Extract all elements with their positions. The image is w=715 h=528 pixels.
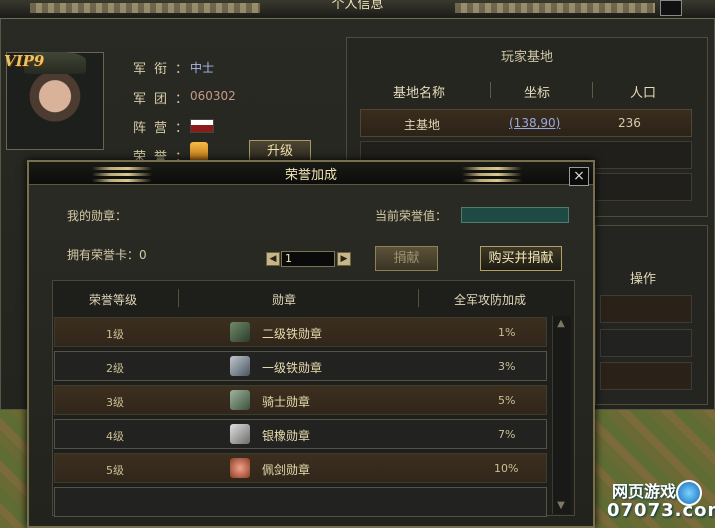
page-input[interactable]: 1 xyxy=(281,251,335,267)
base-coords-header: 坐标 xyxy=(524,86,551,101)
table-row-empty xyxy=(54,487,547,517)
row-bonus: 5% xyxy=(498,394,516,407)
watermark-url: 07073.com xyxy=(607,500,715,521)
iron-medal-1-icon xyxy=(230,356,250,376)
operation-row xyxy=(600,362,692,390)
row-bonus: 3% xyxy=(498,360,516,373)
table-scrollbar[interactable] xyxy=(552,316,571,514)
row-level: 5级 xyxy=(106,464,124,477)
header-separator xyxy=(592,82,593,98)
row-level: 1级 xyxy=(106,328,124,341)
next-page-icon[interactable]: ▶ xyxy=(337,252,351,266)
bonus-header: 全军攻防加成 xyxy=(454,293,527,307)
watermark-text: 网页游戏 xyxy=(612,482,677,501)
base-population-header: 人口 xyxy=(630,86,657,101)
legion-label: 军团： xyxy=(133,92,197,107)
operation-row xyxy=(600,295,692,323)
close-icon[interactable]: × xyxy=(569,167,589,186)
base-name-header: 基地名称 xyxy=(393,86,446,101)
buy-and-donate-button[interactable]: 购买并捐献 xyxy=(480,246,562,271)
row-level: 2级 xyxy=(106,362,124,375)
row-bonus: 10% xyxy=(494,462,519,475)
scroll-up-icon[interactable]: ▲ xyxy=(554,318,568,330)
faction-flag-icon xyxy=(190,119,214,133)
donate-button[interactable]: 捐献 xyxy=(375,246,438,271)
row-level: 4级 xyxy=(106,430,124,443)
scroll-down-icon[interactable]: ▼ xyxy=(554,500,568,512)
title-decoration-right xyxy=(455,3,655,13)
sword-medal-icon xyxy=(230,458,250,478)
medal-header: 勋章 xyxy=(272,293,297,307)
row-level: 3级 xyxy=(106,396,124,409)
honor-value-bar xyxy=(461,207,569,223)
operation-row xyxy=(600,329,692,357)
title-decoration-left xyxy=(30,3,260,13)
level-header: 荣誉等级 xyxy=(89,293,138,307)
honor-icon xyxy=(190,142,208,162)
header-separator xyxy=(490,82,491,98)
row-medal: 一级铁勋章 xyxy=(262,361,323,375)
base-coords-link[interactable]: (138,90) xyxy=(509,116,560,130)
watermark-logo-icon xyxy=(676,480,702,506)
player-base-title: 玩家基地 xyxy=(500,50,553,65)
base-population: 236 xyxy=(618,116,641,130)
faction-label: 阵营： xyxy=(133,121,197,136)
prev-page-icon[interactable]: ◀ xyxy=(266,252,280,266)
personal-info-title: 个人信息 xyxy=(331,0,384,12)
iron-medal-2-icon xyxy=(230,322,250,342)
knight-medal-icon xyxy=(230,390,250,410)
row-bonus: 7% xyxy=(498,428,516,441)
row-medal: 骑士勋章 xyxy=(262,395,311,409)
header-separator xyxy=(178,289,179,307)
legion-value: 060302 xyxy=(190,89,236,103)
operation-header: 操作 xyxy=(630,272,657,287)
silver-oak-medal-icon xyxy=(230,424,250,444)
honor-value-label: 当前荣誉值： xyxy=(375,209,448,223)
vip-badge: VIP9 xyxy=(4,52,45,70)
row-medal: 银橡勋章 xyxy=(262,429,311,443)
row-medal: 二级铁勋章 xyxy=(262,327,323,341)
header-separator xyxy=(418,289,419,307)
personal-info-close-button[interactable] xyxy=(660,0,682,16)
row-bonus: 1% xyxy=(498,326,516,339)
dialog-title: 荣誉加成 xyxy=(284,168,337,183)
rank-value: 中士 xyxy=(190,61,215,75)
honor-card-count: 拥有荣誉卡：0 xyxy=(67,248,147,262)
base-name: 主基地 xyxy=(404,118,441,132)
my-medal-label: 我的勋章： xyxy=(67,209,128,223)
rank-label: 军衔： xyxy=(133,62,197,77)
row-medal: 佩剑勋章 xyxy=(262,463,311,477)
